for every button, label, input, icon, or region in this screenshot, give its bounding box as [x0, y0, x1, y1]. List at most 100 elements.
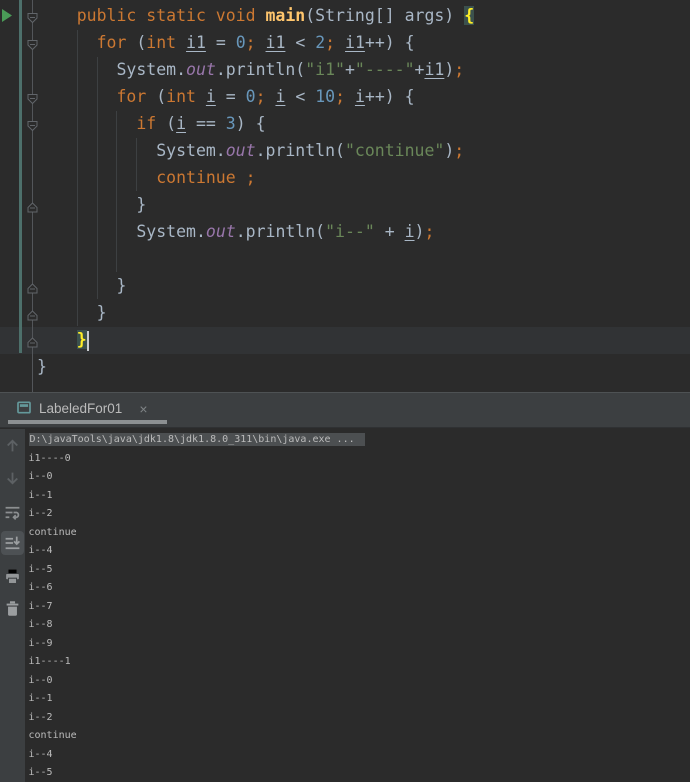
code-token: i1	[345, 33, 365, 52]
code-token: System.	[37, 141, 226, 160]
code-token: "----"	[354, 60, 415, 79]
run-icon[interactable]	[1, 8, 13, 27]
code-line[interactable]: public static void main(String[] args) {	[37, 2, 475, 29]
text-caret	[86, 331, 89, 351]
console-command-text: D:\javaTools\java\jdk1.8\jdk1.8.0_311\bi…	[28, 433, 365, 446]
code-token: ) {	[235, 114, 266, 133]
up-arrow-icon[interactable]	[4, 437, 21, 454]
code-token: <	[285, 87, 316, 106]
active-tab-underline	[8, 420, 167, 424]
code-token: if	[37, 114, 167, 133]
code-token: System.	[37, 60, 187, 79]
print-icon[interactable]	[4, 568, 21, 585]
code-token: out	[225, 141, 256, 160]
code-line[interactable]: }	[37, 191, 474, 218]
code-token: ;	[335, 87, 355, 106]
code-token: 3	[225, 114, 236, 133]
code-token: )	[444, 141, 455, 160]
code-token: i	[404, 222, 415, 241]
code-token: 2	[315, 33, 326, 52]
console-line: i--4	[28, 545, 53, 556]
console-window-icon	[17, 399, 31, 418]
code-token: ==	[186, 114, 226, 133]
code-line[interactable]: for (int i = 0; i < 10; i++) {	[37, 83, 474, 110]
console-line: i--9	[28, 637, 53, 649]
console-line: i--5	[28, 767, 53, 778]
code-token: i1	[424, 60, 445, 79]
code-token: ;	[454, 60, 465, 79]
code-token: int	[166, 87, 206, 106]
code-line[interactable]: System.out.println("continue");	[37, 137, 474, 164]
code-token: i	[354, 87, 365, 106]
code-token: continue	[37, 168, 236, 187]
code-line[interactable]: System.out.println("i--" + i);	[37, 218, 474, 245]
code-token: i1	[186, 33, 206, 52]
code-token: "i--"	[325, 222, 375, 241]
console-line: i--8	[28, 619, 53, 630]
console-line: i--7	[28, 600, 53, 612]
code-token: for	[37, 87, 157, 106]
code-line[interactable]	[37, 245, 474, 272]
code-token: 0	[245, 87, 256, 106]
code-line[interactable]: }	[37, 272, 474, 299]
code-token: .println(	[235, 222, 326, 241]
code-token: )	[444, 60, 455, 79]
matched-brace: {	[464, 6, 475, 25]
code-line[interactable]: continue ;	[37, 164, 474, 191]
code-token: int	[146, 33, 187, 52]
console-line: i--6	[28, 582, 53, 593]
soft-wrap-icon[interactable]	[4, 504, 21, 521]
code-token: (	[166, 114, 177, 133]
code-token: public static void	[37, 6, 266, 25]
code-token: ++) {	[364, 87, 415, 106]
code-line[interactable]: }	[37, 299, 474, 326]
code-token: +	[344, 60, 355, 79]
code-token: +	[374, 222, 405, 241]
code-token: out	[186, 60, 216, 79]
close-icon[interactable]: ×	[139, 401, 147, 417]
code-token: ;	[245, 168, 256, 187]
console-line: i--0	[28, 471, 53, 482]
code-text: public static void main(String[] args) {…	[37, 2, 475, 380]
console-line: continue	[28, 526, 77, 538]
clear-trash-icon[interactable]	[4, 600, 21, 617]
code-line[interactable]: }	[37, 353, 474, 380]
code-token: )	[414, 222, 425, 241]
code-editor[interactable]: public static void main(String[] args) {…	[0, 0, 690, 393]
console-line: i--2	[28, 711, 53, 723]
code-token: }	[37, 303, 107, 322]
code-token: i	[205, 87, 216, 106]
ide-window: public static void main(String[] args) {…	[0, 0, 690, 782]
run-panel-header: LabeledFor01 ×	[0, 393, 690, 428]
console-panel: D:\javaTools\java\jdk1.8\jdk1.8.0_311\bi…	[0, 429, 690, 782]
console-line: i1----0	[28, 452, 71, 464]
down-arrow-icon[interactable]	[4, 470, 21, 487]
vcs-added-bar	[19, 0, 22, 353]
code-line[interactable]: System.out.println("i1"+"----"+i1);	[37, 56, 474, 83]
code-token: }	[37, 195, 147, 214]
code-token: System.	[37, 222, 206, 241]
code-token: "i1"	[305, 60, 345, 79]
code-token: ;	[424, 222, 435, 241]
code-token: i	[275, 87, 286, 106]
code-token: ;	[454, 141, 465, 160]
console-line: i--4	[28, 748, 53, 760]
console-line: continue	[28, 730, 77, 741]
code-token: (String[] args)	[305, 6, 465, 25]
code-token: 10	[315, 87, 336, 106]
code-line[interactable]: }	[37, 326, 474, 353]
scroll-to-end-icon[interactable]	[4, 535, 21, 552]
code-token: i	[176, 114, 187, 133]
code-line[interactable]: for (int i1 = 0; i1 < 2; i1++) {	[37, 29, 474, 56]
console-line: i--0	[28, 674, 53, 686]
console-command-line: D:\javaTools\java\jdk1.8\jdk1.8.0_311\bi…	[28, 431, 690, 450]
matched-brace: }	[76, 330, 87, 349]
code-token: +	[414, 60, 425, 79]
code-token: (	[156, 87, 167, 106]
code-token: .println(	[255, 141, 345, 160]
code-line[interactable]: if (i == 3) {	[37, 110, 474, 137]
console-output[interactable]: D:\javaTools\java\jdk1.8\jdk1.8.0_311\bi…	[25, 429, 690, 782]
code-token: main	[265, 6, 306, 25]
console-toolbar	[0, 429, 25, 782]
